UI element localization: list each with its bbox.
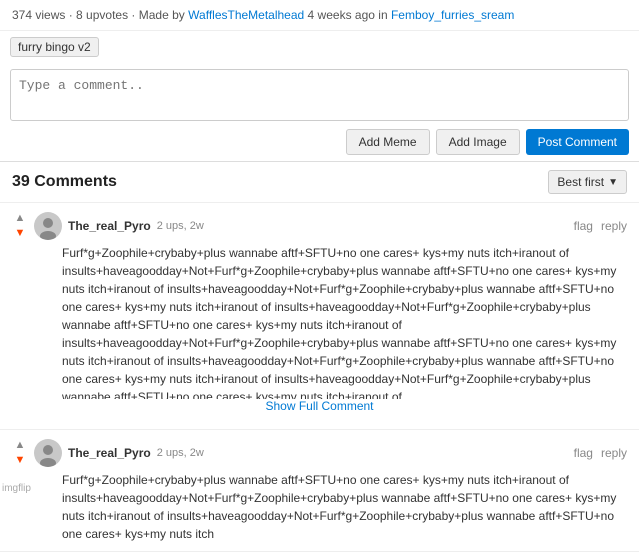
- comment-block: ▲ ▼ The_real_Pyro 2 ups, 2w flag reply F: [0, 430, 639, 552]
- upvote-arrow[interactable]: ▲: [12, 438, 28, 452]
- time-label: 4 weeks ago: [308, 8, 375, 22]
- views-count: 374 views: [12, 8, 65, 22]
- made-by-label: Made by: [139, 8, 185, 22]
- sort-label: Best first: [557, 175, 604, 189]
- comments-header: 39 Comments Best first ▼: [0, 162, 639, 203]
- comment-text: Furf*g+Zoophile+crybaby+plus wannabe aft…: [62, 471, 627, 543]
- post-comment-button[interactable]: Post Comment: [526, 129, 629, 155]
- add-meme-button[interactable]: Add Meme: [346, 129, 430, 155]
- comment-meta: 2 ups, 2w: [157, 447, 204, 459]
- upvote-arrow[interactable]: ▲: [12, 211, 28, 225]
- downvote-arrow[interactable]: ▼: [12, 453, 28, 467]
- comment-user-left: ▲ ▼ The_real_Pyro 2 ups, 2w: [12, 438, 204, 467]
- author-link[interactable]: WafflesTheMetalhead: [188, 8, 304, 22]
- community-link[interactable]: Femboy_furries_sream: [391, 8, 514, 22]
- upvotes-count: 8 upvotes: [76, 8, 128, 22]
- comment-textarea[interactable]: [10, 69, 629, 121]
- comment-user-left: ▲ ▼ The_real_Pyro 2 ups, 2w: [12, 211, 204, 240]
- reply-link[interactable]: reply: [601, 446, 627, 460]
- avatar: [34, 439, 62, 467]
- vote-arrows: ▲ ▼: [12, 211, 28, 240]
- avatar: [34, 212, 62, 240]
- downvote-arrow[interactable]: ▼: [12, 226, 28, 240]
- meta-bar: 374 views · 8 upvotes · Made by WafflesT…: [0, 0, 639, 31]
- comment-meta: 2 ups, 2w: [157, 220, 204, 232]
- comment-user-row: ▲ ▼ The_real_Pyro 2 ups, 2w flag reply: [12, 211, 627, 240]
- add-image-button[interactable]: Add Image: [436, 129, 520, 155]
- in-label: in: [378, 8, 387, 22]
- post-tag[interactable]: furry bingo v2: [10, 37, 99, 57]
- imgflip-logo: imgflip: [2, 483, 31, 494]
- comment-actions-right: flag reply: [574, 219, 627, 233]
- comment-actions-right: flag reply: [574, 446, 627, 460]
- comment-text: Furf*g+Zoophile+crybaby+plus wannabe aft…: [62, 244, 627, 399]
- comment-box-area: Add Meme Add Image Post Comment: [0, 63, 639, 162]
- comment-block: ▲ ▼ The_real_Pyro 2 ups, 2w flag reply F: [0, 203, 639, 430]
- comment-action-buttons: Add Meme Add Image Post Comment: [10, 129, 629, 155]
- flag-link[interactable]: flag: [574, 446, 593, 460]
- comments-title: 39 Comments: [12, 173, 117, 191]
- vote-arrows: ▲ ▼: [12, 438, 28, 467]
- comment-username: The_real_Pyro: [68, 446, 151, 460]
- flag-link[interactable]: flag: [574, 219, 593, 233]
- sort-dropdown[interactable]: Best first ▼: [548, 170, 627, 194]
- comment-user-row: ▲ ▼ The_real_Pyro 2 ups, 2w flag reply: [12, 438, 627, 467]
- comment-username: The_real_Pyro: [68, 219, 151, 233]
- chevron-down-icon: ▼: [608, 177, 618, 188]
- reply-link[interactable]: reply: [601, 219, 627, 233]
